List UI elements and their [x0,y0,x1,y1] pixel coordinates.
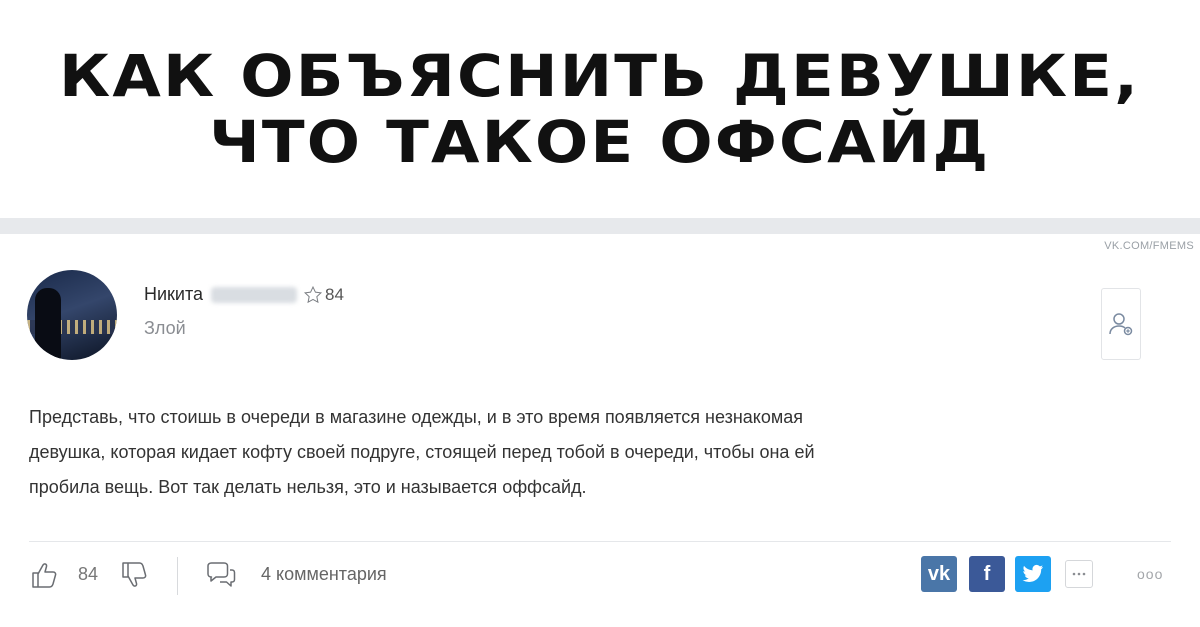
author-status: Злой [144,318,186,338]
author-rating: 84 [303,285,344,305]
share-facebook-button[interactable]: f [969,556,1005,592]
vertical-separator [177,557,178,595]
separator-bar [0,218,1200,234]
thumbs-down-icon[interactable] [120,560,150,590]
thumbs-up-icon[interactable] [30,560,60,590]
facebook-logo: f [983,562,991,585]
comment-post: Никита 84 Злой Представь, что стоишь в о… [0,234,1200,627]
star-icon [304,285,323,303]
ellipsis-icon [1072,572,1086,576]
comments-link[interactable]: 4 комментария [261,564,387,585]
rating-value: 84 [325,284,344,304]
author-name[interactable]: Никита [144,284,203,305]
post-text-line: Представь, что стоишь в очереди в магази… [29,407,804,427]
share-vk-button[interactable]: vk [921,556,957,592]
more-options[interactable]: ооо [1137,566,1163,582]
subscribe-button[interactable] [1101,288,1141,360]
action-bar: 84 4 комментария vk f ооо [0,554,1200,604]
share-more-button[interactable] [1065,560,1093,588]
headline: КАК ОБЪЯСНИТЬ ДЕВУШКЕ, ЧТО ТАКОЕ ОФСАЙД [0,0,1200,218]
vk-logo: vk [927,562,951,585]
speech-bubbles-icon[interactable] [204,560,238,590]
author-row: Никита 84 [144,284,344,305]
avatar-person [35,288,61,360]
headline-line-1: КАК ОБЪЯСНИТЬ ДЕВУШКЕ, [59,42,1141,110]
twitter-bird-icon [1022,564,1044,582]
user-add-icon [1109,313,1133,336]
avatar[interactable] [27,270,117,360]
author-surname-blurred [211,286,298,303]
divider [29,541,1171,542]
like-count: 84 [78,564,99,584]
share-twitter-button[interactable] [1015,556,1051,592]
post-text-line: девушка, которая кидает кофту своей подр… [29,442,815,462]
headline-line-2: ЧТО ТАКОЕ ОФСАЙД [209,108,991,176]
post-text-line: пробила вещь. Вот так делать нельзя, это… [29,477,587,497]
post-text: Представь, что стоишь в очереди в магази… [29,400,1169,505]
